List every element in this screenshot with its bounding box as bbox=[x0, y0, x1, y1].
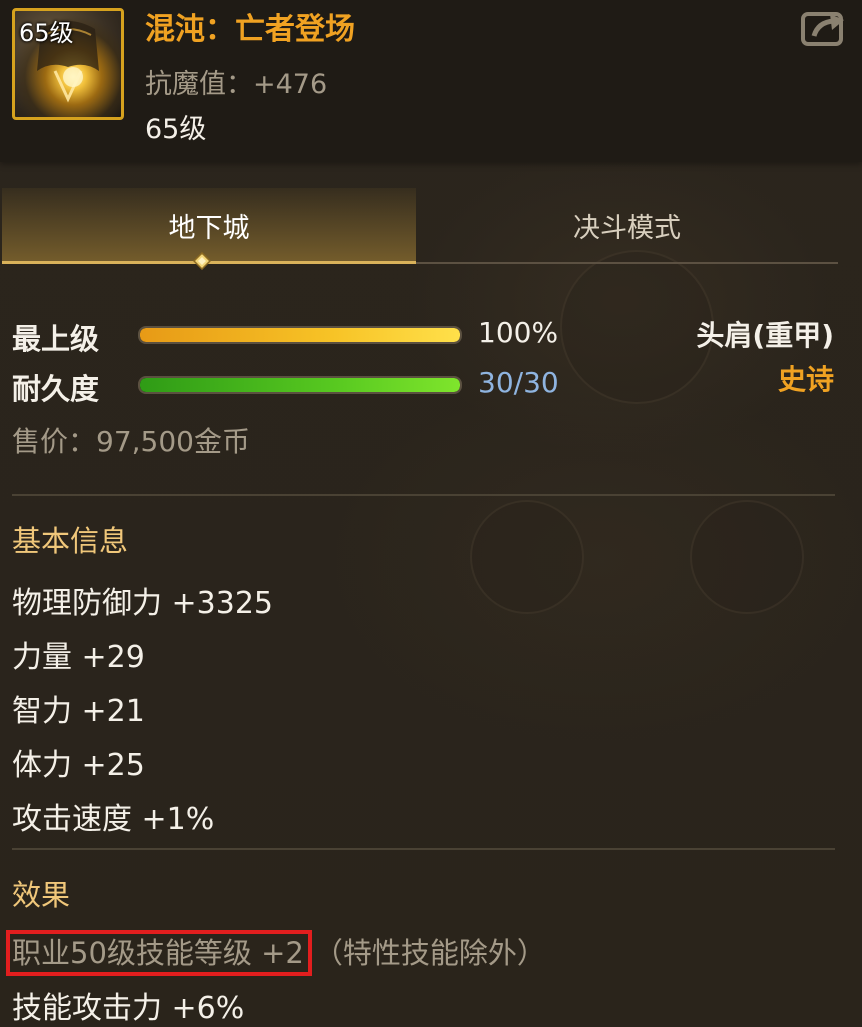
equipment-slot: 头肩(重甲) bbox=[696, 319, 834, 352]
share-icon bbox=[801, 12, 844, 46]
tab-dungeon-label: 地下城 bbox=[168, 212, 250, 244]
effect-skill-attack: 技能攻击力 +6% bbox=[12, 991, 245, 1026]
stat-intelligence: 智力 +21 bbox=[12, 694, 145, 729]
background-emblem bbox=[690, 500, 804, 614]
background-emblem bbox=[470, 500, 584, 614]
divider bbox=[12, 848, 835, 850]
tab-dungeon[interactable]: 地下城 bbox=[2, 188, 416, 262]
durability-bar bbox=[138, 376, 462, 394]
item-name: 混沌：亡者登场 bbox=[145, 12, 355, 47]
divider bbox=[12, 494, 835, 496]
grade-value: 100% bbox=[478, 316, 559, 349]
basic-info-title: 基本信息 bbox=[12, 524, 129, 558]
durability-label: 耐久度 bbox=[12, 372, 100, 406]
effects-title: 效果 bbox=[12, 878, 71, 912]
item-level: 65级 bbox=[145, 114, 207, 145]
rarity-label: 史诗 bbox=[777, 363, 834, 396]
effect-note: （特性技能除外） bbox=[313, 936, 546, 970]
mode-tabs: 地下城 决斗模式 bbox=[0, 188, 838, 270]
icon-level-badge: 65级 bbox=[19, 19, 74, 47]
magic-resist-value: 抗魔值：+476 bbox=[145, 69, 328, 100]
background-emblem bbox=[560, 250, 714, 404]
highlighted-effect: 职业50级技能等级 +2 bbox=[6, 930, 312, 976]
grade-label: 最上级 bbox=[12, 322, 100, 356]
grade-bar bbox=[138, 326, 462, 344]
grade-bar-fill bbox=[140, 328, 460, 342]
stat-vitality: 体力 +25 bbox=[12, 748, 145, 783]
tab-duel-label: 决斗模式 bbox=[573, 212, 681, 244]
tab-duel[interactable]: 决斗模式 bbox=[416, 188, 838, 262]
stat-strength: 力量 +29 bbox=[12, 640, 145, 675]
durability-value: 30/30 bbox=[478, 366, 559, 399]
item-icon[interactable]: 65级 bbox=[12, 8, 124, 120]
item-header: 65级 混沌：亡者登场 抗魔值：+476 65级 bbox=[0, 0, 862, 162]
stat-physical-defense: 物理防御力 +3325 bbox=[12, 586, 274, 621]
effect-row: 职业50级技能等级 +2 （特性技能除外） bbox=[6, 930, 546, 976]
sell-price: 售价：97,500金币 bbox=[12, 425, 250, 458]
durability-bar-fill bbox=[140, 378, 460, 392]
tab-diamond-icon bbox=[193, 252, 211, 270]
stat-attack-speed: 攻击速度 +1% bbox=[12, 802, 215, 837]
share-button[interactable] bbox=[800, 8, 848, 48]
